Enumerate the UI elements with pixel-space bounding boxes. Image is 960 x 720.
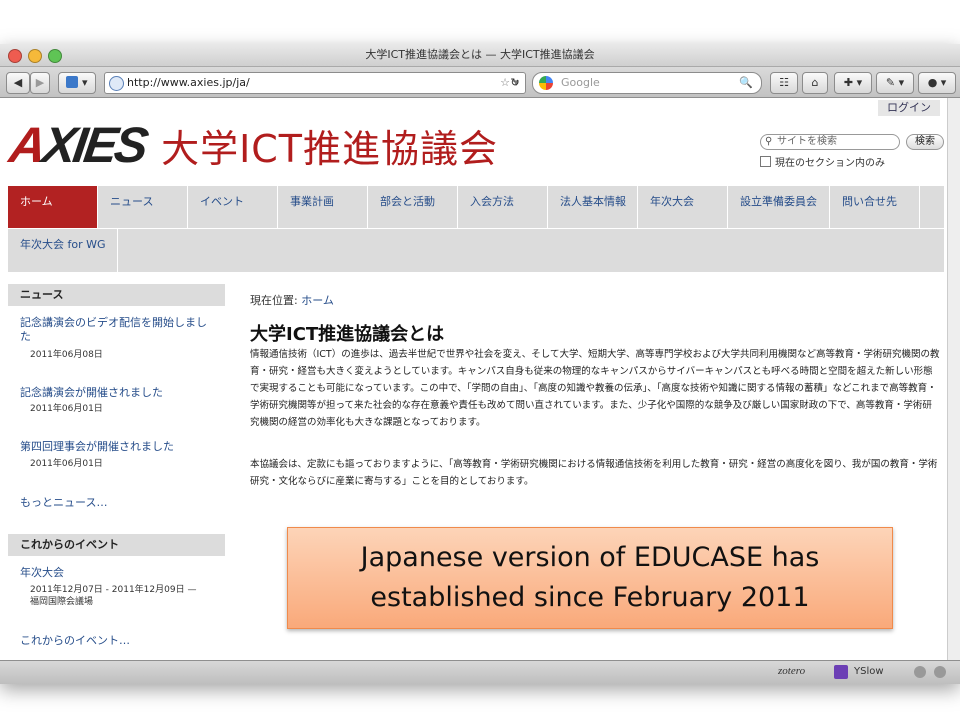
- event-date: 2011年12月07日 - 2011年12月09日 —: [30, 585, 197, 595]
- news-link[interactable]: 第四回理事会が開催されました: [20, 440, 215, 454]
- title-bar: 大学ICT推進協議会とは — 大学ICT推進協議会: [0, 44, 960, 67]
- site-search-button[interactable]: 検索: [906, 134, 944, 150]
- minimize-window-button[interactable]: [28, 49, 42, 63]
- news-date: 2011年06月01日: [30, 404, 103, 414]
- back-button[interactable]: ◀: [6, 72, 30, 94]
- window-title: 大学ICT推進協議会とは — 大学ICT推進協議会: [365, 48, 595, 61]
- event-link[interactable]: 年次大会: [20, 566, 215, 580]
- site-search-input[interactable]: ⚲ サイトを検索: [760, 134, 900, 150]
- nav-contact[interactable]: 問い合せ先: [830, 186, 920, 228]
- ad-block-icon[interactable]: ▾: [58, 72, 96, 94]
- google-icon: [539, 76, 553, 90]
- reload-icon[interactable]: ↻: [506, 73, 524, 91]
- web-search-input[interactable]: Google 🔍: [532, 72, 762, 94]
- annotation-callout: Japanese version of EDUCASE has establis…: [287, 527, 893, 629]
- addon-icon[interactable]: ✚ ▾: [834, 72, 872, 94]
- event-place: 福岡国際会議場: [30, 597, 94, 607]
- nav-home[interactable]: ホーム: [8, 186, 98, 228]
- login-link[interactable]: ログイン: [878, 100, 940, 116]
- nav-events[interactable]: イベント: [188, 186, 278, 228]
- url-text: http://www.axies.jp/ja/: [127, 76, 250, 89]
- yslow-icon[interactable]: [834, 665, 848, 679]
- callout-line-2: established since February 2011: [370, 582, 810, 613]
- news-date: 2011年06月08日: [30, 350, 103, 360]
- zoom-window-button[interactable]: [48, 49, 62, 63]
- bookmarks-bar-icon[interactable]: ☷: [770, 72, 798, 94]
- yslow-label[interactable]: YSlow: [854, 666, 884, 677]
- status-bar: zotero YSlow: [0, 660, 960, 684]
- purpose-paragraph: 本協議会は、定款にも謳っておりますように、「高等教育・学術研究機関における情報通…: [250, 459, 938, 487]
- home-icon[interactable]: ⌂: [802, 72, 828, 94]
- sidebar-news-heading: ニュース: [8, 284, 225, 306]
- nav-annual-conference-wg[interactable]: 年次大会 for WG: [8, 229, 118, 273]
- nav-preparatory-committee[interactable]: 設立準備委員会: [728, 186, 830, 228]
- section-only-checkbox[interactable]: 現在のセクション内のみ: [760, 154, 885, 169]
- browser-toolbar: ◀ ▶ ▾ http://www.axies.jp/ja/ ☆ ▾ ↻ Goog…: [0, 67, 960, 98]
- more-events-link[interactable]: これからのイベント…: [20, 634, 215, 648]
- site-name: 大学ICT推進協議会: [161, 126, 499, 171]
- nav-second-row: 年次大会 for WG: [8, 228, 944, 273]
- address-bar[interactable]: http://www.axies.jp/ja/ ☆ ▾: [104, 72, 526, 94]
- nav-business-plan[interactable]: 事業計画: [278, 186, 368, 228]
- nav-corporate-info[interactable]: 法人基本情報: [548, 186, 638, 228]
- page-title: 大学ICT推進協議会とは: [250, 324, 445, 345]
- breadcrumb-home-link[interactable]: ホーム: [301, 294, 334, 307]
- forward-button[interactable]: ▶: [30, 72, 50, 94]
- nav-committees[interactable]: 部会と活動: [368, 186, 458, 228]
- news-link[interactable]: 記念講演会が開催されました: [20, 386, 215, 400]
- news-date: 2011年06月01日: [30, 459, 103, 469]
- news-link[interactable]: 記念講演会のビデオ配信を開始しました: [20, 316, 215, 344]
- search-placeholder: Google: [561, 76, 600, 89]
- globe-icon: [109, 76, 124, 91]
- menu-icon[interactable]: ● ▾: [918, 72, 956, 94]
- firebug-icon[interactable]: [934, 666, 946, 678]
- nav-news[interactable]: ニュース: [98, 186, 188, 228]
- intro-paragraph: 情報通信技術（ICT）の進歩は、過去半世紀で世界や社会を変え、そして大学、短期大…: [250, 349, 940, 428]
- window-controls: [8, 49, 62, 63]
- zotero-button[interactable]: zotero: [778, 665, 805, 677]
- search-icon: ⚲: [765, 136, 773, 147]
- nav-annual-conference[interactable]: 年次大会: [638, 186, 728, 228]
- axies-logo-mark: AXIES: [6, 117, 149, 173]
- nav-membership[interactable]: 入会方法: [458, 186, 548, 228]
- sidebar-events-heading: これからのイベント: [8, 534, 225, 556]
- breadcrumb: 現在位置: ホーム: [250, 294, 334, 307]
- addon-status-icon[interactable]: [914, 666, 926, 678]
- close-window-button[interactable]: [8, 49, 22, 63]
- main-navigation: ホーム ニュース イベント 事業計画 部会と活動 入会方法 法人基本情報 年次大…: [8, 186, 944, 273]
- callout-line-1: Japanese version of EDUCASE has: [360, 542, 820, 573]
- site-logo[interactable]: AXIES 大学ICT推進協議会: [6, 117, 499, 173]
- search-icon[interactable]: 🔍: [739, 73, 753, 93]
- more-news-link[interactable]: もっとニュース…: [20, 496, 215, 510]
- vertical-scrollbar[interactable]: [947, 98, 960, 660]
- tools-icon[interactable]: ✎ ▾: [876, 72, 914, 94]
